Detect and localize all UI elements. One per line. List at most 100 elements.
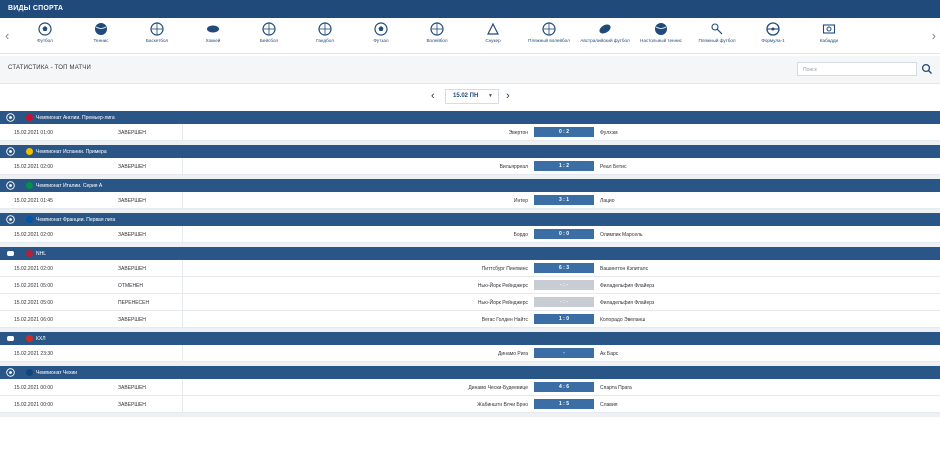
league-header[interactable]: КХЛ: [0, 332, 940, 345]
score-badge[interactable]: - : -: [534, 280, 594, 290]
beach-volleyball-icon: [542, 22, 556, 36]
match-time: 15.02.2021 23:30: [14, 351, 53, 357]
match-row[interactable]: 15.02.2021 02:00 ЗАВЕРШЕН Бордо 0 : 0 Олимпи…: [0, 226, 940, 243]
soccer-icon: [6, 215, 15, 224]
match-time: 15.02.2021 00:00: [14, 402, 53, 408]
match-row[interactable]: 15.02.2021 01:45 ЗАВЕРШЕН Интер 3 : 1 Лацио: [0, 192, 940, 209]
divider: [182, 345, 183, 361]
sport-item-5[interactable]: Гандбол: [295, 22, 355, 44]
score-badge[interactable]: 4 : 6: [534, 382, 594, 392]
sport-item-10[interactable]: Австралийский футбол: [575, 22, 635, 44]
score-badge[interactable]: 1 : 5: [534, 399, 594, 409]
divider: [182, 379, 183, 395]
sport-item-14[interactable]: Кабадди: [799, 22, 859, 44]
sport-item-4[interactable]: Бейсбол: [239, 22, 299, 44]
divider: [182, 192, 183, 208]
away-team: Олимпик Марсель: [600, 232, 643, 238]
sport-label: Футзал: [373, 38, 389, 43]
match-status: ОТМЕНЕН: [118, 283, 143, 289]
score-badge[interactable]: - : -: [534, 297, 594, 307]
hockey-icon: [7, 336, 14, 341]
match-row[interactable]: 15.02.2021 06:00 ЗАВЕРШЕН Вегас Голден Най…: [0, 311, 940, 328]
league-header[interactable]: Чемпионат Италии. Серия А: [0, 179, 940, 192]
match-row[interactable]: 15.02.2021 05:00 ПЕРЕНЕСЕН Нью-Йорк Рейндж…: [0, 294, 940, 311]
home-team: Интер: [513, 198, 528, 204]
date-value: 15.02 ПН: [453, 93, 479, 99]
sport-label: Бейсбол: [259, 38, 279, 43]
score-badge[interactable]: 1 : 0: [534, 314, 594, 324]
away-team: Фулхэм: [600, 130, 618, 136]
score-badge[interactable]: 6 : 3: [534, 263, 594, 273]
match-row[interactable]: 15.02.2021 02:00 ЗАВЕРШЕН Вильярреал 1 : 2 Р…: [0, 158, 940, 175]
match-status: ЗАВЕРШЕН: [118, 164, 146, 170]
sports-header-title: ВИДЫ СПОРТА: [8, 5, 64, 12]
handball-icon: [318, 22, 332, 36]
divider: [182, 396, 183, 412]
match-time: 15.02.2021 05:00: [14, 283, 53, 289]
league-header[interactable]: NHL: [0, 247, 940, 260]
match-row[interactable]: 15.02.2021 00:00 ЗАВЕРШЕН Жабинштн Влчи Бр…: [0, 396, 940, 413]
sport-item-1[interactable]: Теннис: [71, 22, 131, 44]
sport-item-3[interactable]: Хоккей: [183, 22, 243, 44]
sport-item-7[interactable]: Волейбол: [407, 22, 467, 44]
stats-bar: СТАТИСТИКА - ТОП МАТЧИ Поиск: [0, 56, 940, 84]
league-name: КХЛ: [36, 336, 46, 342]
home-team: Бордо: [513, 232, 528, 238]
away-team: Вашингтон Кэпиталс: [600, 266, 649, 272]
match-time: 15.02.2021 02:00: [14, 232, 53, 238]
league-header[interactable]: Чемпионат Испании. Примера: [0, 145, 940, 158]
home-team: Динамо Чески-Будеевице: [468, 385, 528, 391]
score-badge[interactable]: 3 : 1: [534, 195, 594, 205]
sport-item-2[interactable]: Баскетбол: [127, 22, 187, 44]
divider: [182, 158, 183, 174]
match-row[interactable]: 15.02.2021 02:00 ЗАВЕРШЕН Питтсбург Пингви…: [0, 260, 940, 277]
soccer-icon: [6, 113, 15, 122]
score-badge[interactable]: 0 : 0: [534, 229, 594, 239]
sport-item-8[interactable]: Снукер: [463, 22, 523, 44]
futsal-icon: [374, 22, 388, 36]
carousel-next-icon[interactable]: ›: [932, 28, 936, 43]
league-name: Чемпионат Англии. Премьер-лига: [36, 115, 115, 121]
sport-label: Пляжный волейбол: [528, 38, 570, 43]
date-picker-row: ‹ 15.02 ПН ▼ ›: [0, 84, 940, 110]
date-prev-icon[interactable]: ‹: [431, 90, 435, 102]
match-row[interactable]: 15.02.2021 23:30 Динамо Рига - Ак Барс: [0, 345, 940, 362]
flag-icon: [26, 148, 33, 155]
basketball-icon: [150, 22, 164, 36]
search-icon[interactable]: [921, 63, 933, 75]
score-badge[interactable]: -: [534, 348, 594, 358]
match-row[interactable]: 15.02.2021 01:00 ЗАВЕРШЕН Эвертон 0 : 2 Фулх…: [0, 124, 940, 141]
match-time: 15.02.2021 02:00: [14, 164, 53, 170]
match-row[interactable]: 15.02.2021 00:00 ЗАВЕРШЕН Динамо Чески-Буд…: [0, 379, 940, 396]
sports-header: ВИДЫ СПОРТА: [0, 0, 940, 18]
sport-label: Гандбол: [316, 38, 334, 43]
league-header[interactable]: Чемпионат Чехии: [0, 366, 940, 379]
away-team: Спарта Прага: [600, 385, 632, 391]
carousel-prev-icon[interactable]: ‹: [5, 28, 9, 43]
score-badge[interactable]: 1 : 2: [534, 161, 594, 171]
league-header[interactable]: Чемпионат Англии. Премьер-лига: [0, 111, 940, 124]
date-next-icon[interactable]: ›: [506, 90, 510, 102]
sport-item-6[interactable]: Футзал: [351, 22, 411, 44]
date-select[interactable]: 15.02 ПН ▼: [445, 89, 499, 104]
match-status: ЗАВЕРШЕН: [118, 130, 146, 136]
home-team: Динамо Рига: [498, 351, 528, 357]
divider: [182, 277, 183, 293]
sport-item-11[interactable]: Настольный теннис: [631, 22, 691, 44]
match-row[interactable]: 15.02.2021 05:00 ОТМЕНЕН Нью-Йорк Рейнджер…: [0, 277, 940, 294]
sport-item-12[interactable]: Пляжный футбол: [687, 22, 747, 44]
search-input[interactable]: Поиск: [797, 62, 917, 76]
match-status: ЗАВЕРШЕН: [118, 266, 146, 272]
score-badge[interactable]: 0 : 2: [534, 127, 594, 137]
search-placeholder: Поиск: [803, 67, 817, 73]
sport-item-13[interactable]: Формула-1: [743, 22, 803, 44]
stats-title: СТАТИСТИКА - ТОП МАТЧИ: [8, 65, 92, 71]
chevron-down-icon: ▼: [488, 93, 493, 99]
sport-label: Настольный теннис: [640, 38, 682, 43]
league-header[interactable]: Чемпионат Франции. Первая лига: [0, 213, 940, 226]
match-time: 15.02.2021 06:00: [14, 317, 53, 323]
sport-item-0[interactable]: Футбол: [15, 22, 75, 44]
flag-icon: [26, 250, 33, 257]
sport-item-9[interactable]: Пляжный волейбол: [519, 22, 579, 44]
table-tennis-icon: [655, 23, 667, 35]
